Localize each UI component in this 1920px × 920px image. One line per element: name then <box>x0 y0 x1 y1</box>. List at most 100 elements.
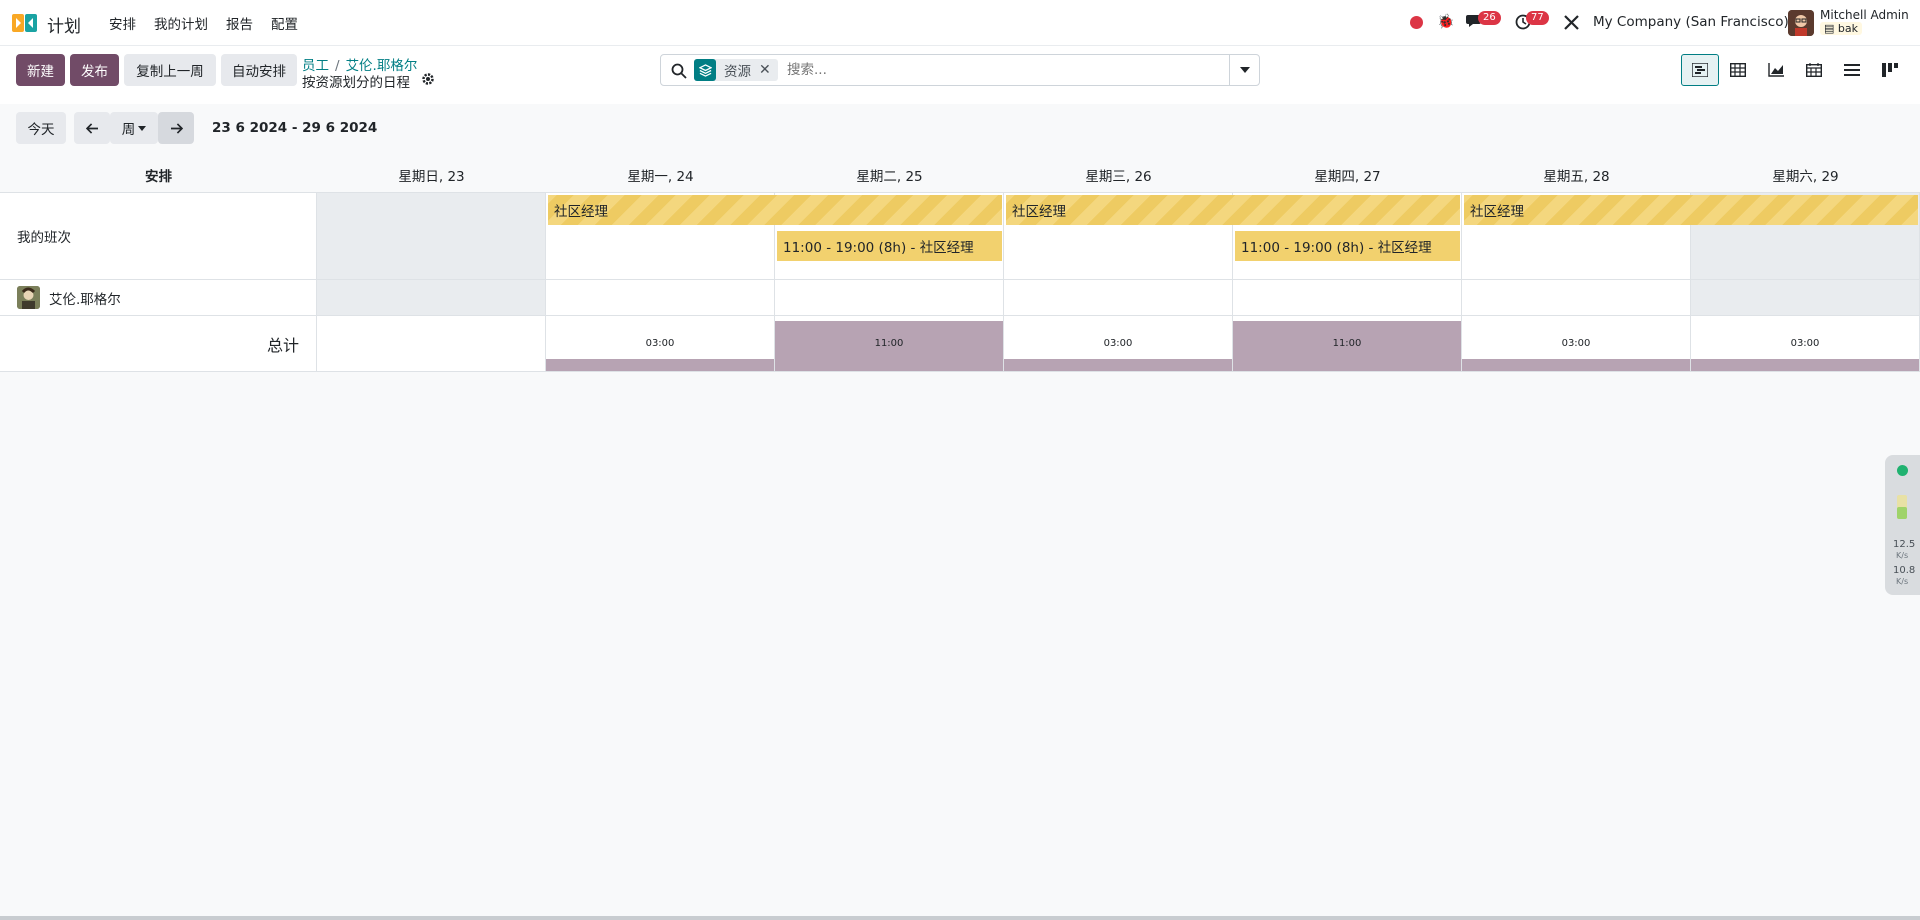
database-name: ▤ bak <box>1820 22 1862 35</box>
download-speed: 10.8 <box>1893 565 1916 576</box>
status-dot-icon <box>1897 465 1908 476</box>
gantt-pill-role[interactable]: 社区经理 <box>1464 195 1918 225</box>
total-bar <box>1004 359 1232 371</box>
date-navigation: 今天 周 23 6 2024 - 29 6 2024 <box>0 104 1920 158</box>
total-value: 03:00 <box>1561 338 1591 349</box>
network-monitor-widget[interactable]: 12.5 K/s 10.8 K/s <box>1885 455 1920 595</box>
total-cell: 03:00 <box>1004 316 1233 372</box>
gantt-pill-role[interactable]: 社区经理 <box>1006 195 1460 225</box>
total-label: 总计 <box>0 316 317 372</box>
total-value: 11:00 <box>874 338 904 349</box>
day-header-fri: 星期五, 28 <box>1543 169 1610 185</box>
menu-schedule[interactable]: 安排 <box>100 13 145 33</box>
arrow-right-icon <box>170 122 183 134</box>
search-icon <box>671 63 687 79</box>
gantt-chart: 安排 星期日, 23 星期一, 24 星期二, 25 星期三, 26 星期四, … <box>0 158 1920 372</box>
total-bar <box>546 359 774 371</box>
user-avatar[interactable] <box>1788 10 1814 36</box>
publish-button[interactable]: 发布 <box>70 54 119 86</box>
employee-avatar <box>17 286 40 309</box>
previous-button[interactable] <box>74 112 110 144</box>
gantt-view-button[interactable] <box>1681 54 1719 86</box>
caret-down-icon <box>1239 67 1250 73</box>
new-button[interactable]: 新建 <box>16 54 65 86</box>
copy-previous-week-button[interactable]: 复制上一周 <box>124 54 216 86</box>
view-switcher <box>1681 54 1909 86</box>
today-button[interactable]: 今天 <box>16 112 66 144</box>
database-icon: ▤ <box>1824 22 1838 35</box>
bug-icon[interactable]: 🐞 <box>1437 14 1454 30</box>
gantt-cell[interactable] <box>775 280 1004 316</box>
download-unit: K/s <box>1896 577 1909 586</box>
total-cell: 03:00 <box>546 316 775 372</box>
record-indicator-icon[interactable] <box>1410 16 1423 29</box>
company-switcher[interactable]: My Company (San Francisco) <box>1593 14 1789 30</box>
employee-name: 艾伦.耶格尔 <box>49 291 121 308</box>
gantt-pill-shift[interactable]: 11:00 - 19:00 (8h) - 社区经理 <box>777 231 1002 261</box>
database-label: bak <box>1837 22 1858 35</box>
battery-icon <box>1897 495 1907 519</box>
graph-view-button[interactable] <box>1757 54 1795 86</box>
page-title: 按资源划分的日程 <box>302 75 410 91</box>
date-range: 23 6 2024 - 29 6 2024 <box>212 120 378 136</box>
tools-icon[interactable] <box>1563 14 1580 31</box>
search-facet: 资源 ✕ <box>694 59 778 81</box>
layers-icon <box>694 59 716 81</box>
total-cell: 03:00 <box>1462 316 1691 372</box>
total-bar <box>1691 359 1919 371</box>
total-value: 11:00 <box>1332 338 1362 349</box>
pivot-icon <box>1730 63 1746 77</box>
total-value: 03:00 <box>645 338 675 349</box>
gantt-cell[interactable] <box>1004 280 1233 316</box>
app-name[interactable]: 计划 <box>47 12 81 37</box>
kanban-view-button[interactable] <box>1871 54 1909 86</box>
gantt-pill-role[interactable]: 社区经理 <box>548 195 1002 225</box>
upload-unit: K/s <box>1896 551 1909 560</box>
gantt-cell[interactable] <box>317 192 546 280</box>
activities-badge: 77 <box>1526 11 1549 25</box>
scale-dropdown[interactable]: 周 <box>110 112 158 144</box>
gantt-pill-shift[interactable]: 11:00 - 19:00 (8h) - 社区经理 <box>1235 231 1460 261</box>
gantt-cell[interactable] <box>546 280 775 316</box>
menu-my-planning[interactable]: 我的计划 <box>145 13 217 33</box>
gantt-icon <box>1692 63 1708 77</box>
menu-configuration[interactable]: 配置 <box>262 13 307 33</box>
search-bar: 资源 ✕ <box>660 54 1260 86</box>
control-panel: 新建 发布 复制上一周 自动安排 员工 / 艾伦.耶格尔 按资源划分的日程 资源 ✕ <box>0 46 1920 104</box>
day-header-tue: 星期二, 25 <box>856 169 923 185</box>
kanban-icon <box>1882 63 1898 77</box>
list-view-button[interactable] <box>1833 54 1871 86</box>
calendar-view-button[interactable] <box>1795 54 1833 86</box>
next-button[interactable] <box>158 112 194 144</box>
total-value: 03:00 <box>1103 338 1133 349</box>
pivot-view-button[interactable] <box>1719 54 1757 86</box>
graph-icon <box>1768 63 1784 77</box>
user-name[interactable]: Mitchell Admin <box>1820 8 1909 22</box>
row-my-shifts: 我的班次 <box>0 192 317 280</box>
gantt-cell[interactable] <box>1691 280 1920 316</box>
gear-icon[interactable] <box>421 72 435 86</box>
facet-remove-icon[interactable]: ✕ <box>759 62 778 78</box>
day-header-mon: 星期一, 24 <box>627 169 694 185</box>
arrow-left-icon <box>85 122 98 134</box>
day-header-sat: 星期六, 29 <box>1772 169 1839 185</box>
bottom-border <box>0 916 1920 920</box>
day-header-wed: 星期三, 26 <box>1085 169 1152 185</box>
total-cell: 11:00 <box>775 316 1004 372</box>
gantt-cell[interactable] <box>1233 280 1462 316</box>
calendar-icon <box>1806 63 1822 77</box>
main-menu: 安排 我的计划 报告 配置 <box>100 0 307 46</box>
day-header-sun: 星期日, 23 <box>398 169 465 185</box>
caret-down-icon <box>138 125 147 131</box>
total-value: 03:00 <box>1790 338 1820 349</box>
menu-reporting[interactable]: 报告 <box>217 13 262 33</box>
planning-app-icon[interactable] <box>12 12 38 34</box>
scale-label: 周 <box>121 122 136 138</box>
gantt-header-title: 安排 <box>145 169 172 185</box>
row-employee: 艾伦.耶格尔 <box>0 280 317 316</box>
auto-plan-button[interactable]: 自动安排 <box>221 54 297 86</box>
search-input[interactable] <box>787 59 1137 81</box>
search-options-toggle[interactable] <box>1229 55 1259 85</box>
gantt-cell[interactable] <box>317 280 546 316</box>
gantt-cell[interactable] <box>1462 280 1691 316</box>
